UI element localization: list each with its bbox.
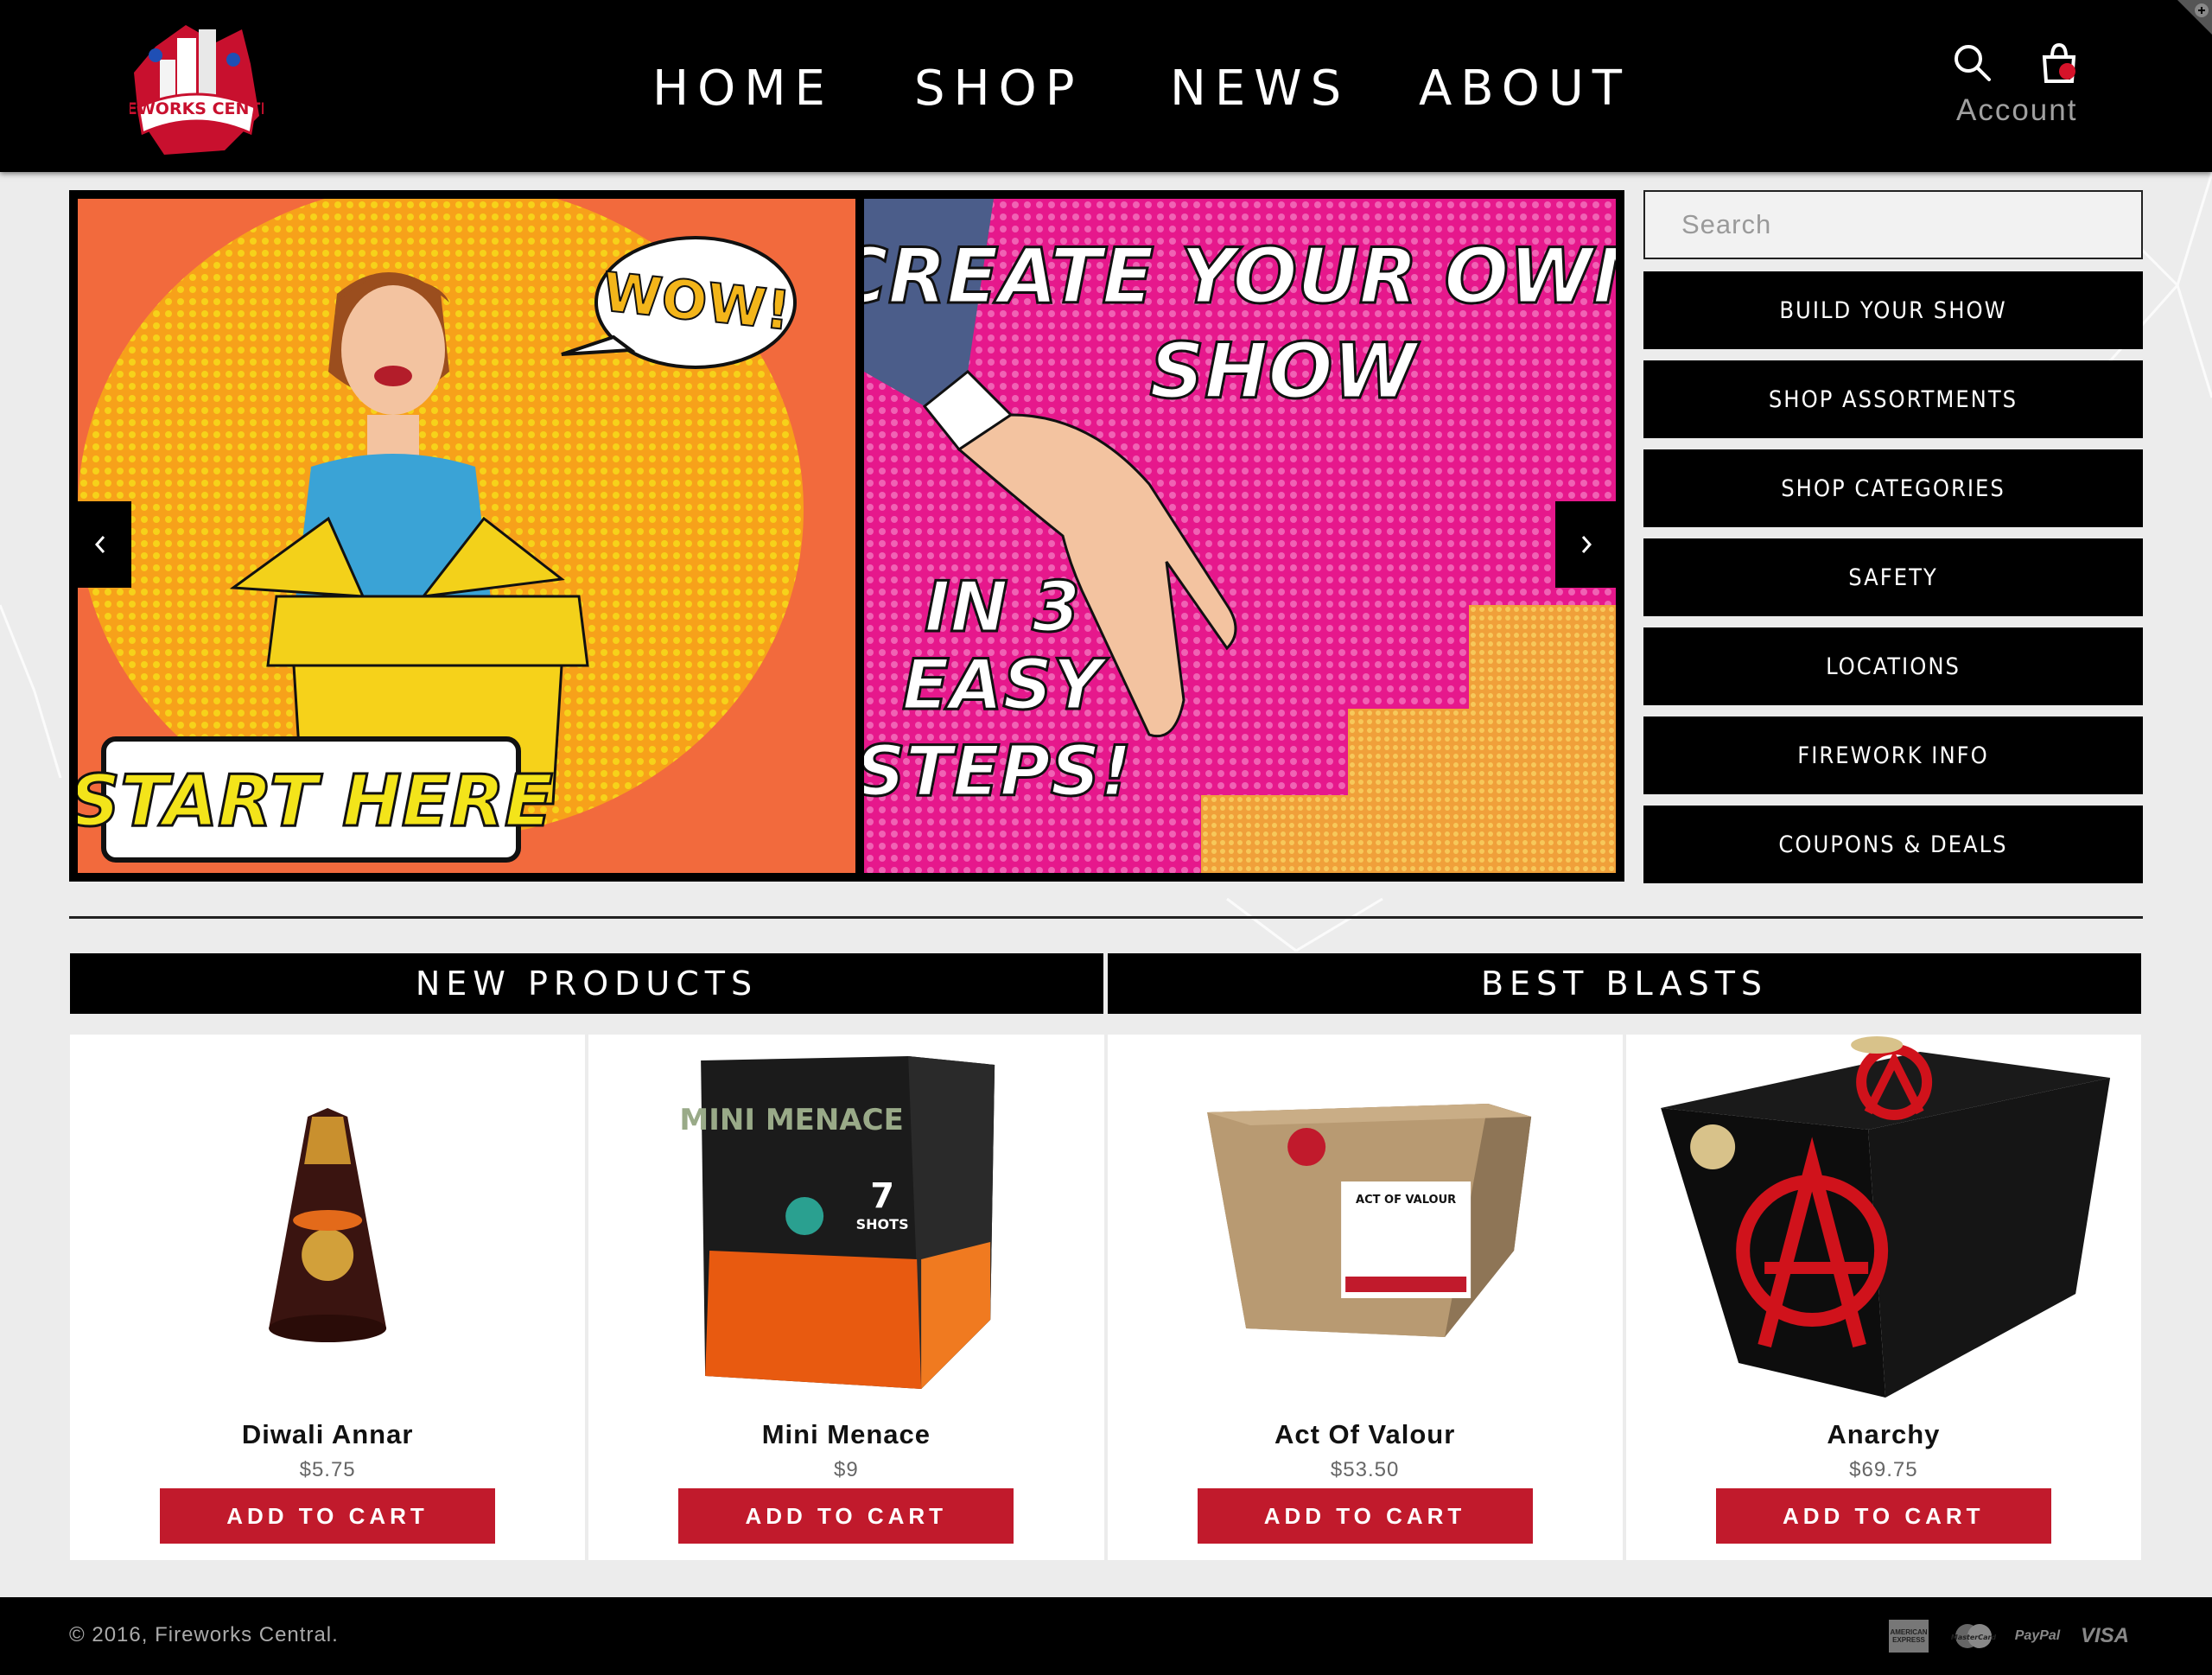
visa-label: VISA: [2080, 1624, 2129, 1647]
steps-line2: EASY: [902, 645, 1109, 725]
product-card[interactable]: MINI MENACE 7 SHOTS Mini Menace $9 ADD T…: [588, 1035, 1104, 1560]
fireworks-central-logo[interactable]: FIREWORKS CENTRAL: [130, 12, 264, 159]
product-card[interactable]: Diwali Annar $5.75 ADD TO CART: [70, 1035, 586, 1560]
tab-new-products[interactable]: NEW PRODUCTS: [70, 953, 1103, 1014]
act-of-valour-art-label: ACT OF VALOUR: [1356, 1194, 1456, 1207]
visa-icon: VISA: [2079, 1620, 2131, 1653]
amex-icon: AMERICAN EXPRESS: [1889, 1620, 1929, 1653]
mini-menace-art-shots: 7: [870, 1176, 894, 1216]
mini-menace-art-title: MINI MENACE: [680, 1103, 904, 1137]
add-to-cart-button[interactable]: ADD TO CART: [1197, 1488, 1533, 1544]
product-name[interactable]: Act Of Valour: [1108, 1419, 1623, 1450]
add-to-cart-button[interactable]: ADD TO CART: [678, 1488, 1014, 1544]
slide-start-here[interactable]: WOW! START HERE: [78, 199, 855, 873]
cart-count-badge: [2059, 63, 2075, 80]
plus-icon[interactable]: [2177, 0, 2212, 35]
add-to-cart-button[interactable]: ADD TO CART: [160, 1488, 495, 1544]
product-card[interactable]: ACT OF VALOUR Act Of Valour $53.50 ADD T…: [1107, 1035, 1623, 1560]
create-title-line1: CREATE YOUR OWN: [864, 232, 1616, 321]
site-header: FIREWORKS CENTRAL HOME SHOP NEWS ABOUT A…: [0, 0, 2212, 172]
product-image-diwali-annar[interactable]: [70, 1035, 585, 1415]
mini-menace-art-shots-label: SHOTS: [856, 1216, 909, 1232]
product-image-anarchy[interactable]: [1626, 1035, 2141, 1415]
coupons-deals-button[interactable]: COUPONS & DEALS: [1643, 806, 2143, 883]
slider-prev-button[interactable]: [69, 501, 131, 588]
slider-next-button[interactable]: [1555, 501, 1618, 588]
product-price: $5.75: [299, 1458, 356, 1481]
product-price: $69.75: [1849, 1458, 1918, 1481]
product-image-act-of-valour[interactable]: ACT OF VALOUR: [1108, 1035, 1623, 1415]
slide-create-show[interactable]: CREATE YOUR OWN SHOW IN 3 EASY STEPS!: [864, 199, 1616, 873]
sidebar: BUILD YOUR SHOW SHOP ASSORTMENTS SHOP CA…: [1643, 190, 2143, 883]
product-price: $9: [834, 1458, 859, 1481]
tab-best-blasts[interactable]: BEST BLASTS: [1108, 953, 2141, 1014]
cart-icon[interactable]: [2039, 41, 2079, 85]
nav-news[interactable]: NEWS: [1170, 61, 1350, 117]
steps-line1: IN 3: [925, 567, 1080, 647]
firework-info-button[interactable]: FIREWORK INFO: [1643, 716, 2143, 794]
search-icon[interactable]: [1951, 41, 1993, 83]
section-divider: [69, 916, 2143, 919]
logo-text: FIREWORKS CENTRAL: [130, 99, 264, 118]
add-to-cart-button[interactable]: ADD TO CART: [1715, 1488, 2051, 1544]
product-name[interactable]: Mini Menace: [588, 1419, 1103, 1450]
nav-about[interactable]: ABOUT: [1419, 61, 1630, 117]
paypal-label: PayPal: [2014, 1628, 2061, 1643]
product-price: $53.50: [1330, 1458, 1400, 1481]
copyright-text: © 2016, Fireworks Central.: [69, 1623, 339, 1646]
product-grid: Diwali Annar $5.75 ADD TO CART MINI MENA…: [70, 1035, 2141, 1560]
amex-label: AMERICAN EXPRESS: [1890, 1628, 1928, 1644]
paypal-icon: PayPal: [2013, 1620, 2062, 1653]
shop-assortments-button[interactable]: SHOP ASSORTMENTS: [1643, 360, 2143, 438]
site-footer: © 2016, Fireworks Central. AMERICAN EXPR…: [0, 1597, 2212, 1675]
product-name[interactable]: Diwali Annar: [70, 1419, 585, 1450]
nav-home[interactable]: HOME: [652, 61, 834, 117]
mastercard-circles: MasterCard: [1951, 1624, 1996, 1648]
chevron-right-icon: [1581, 536, 1592, 553]
chevron-left-icon: [94, 536, 105, 553]
create-title-line2: SHOW: [1150, 327, 1421, 416]
build-your-show-button[interactable]: BUILD YOUR SHOW: [1643, 271, 2143, 349]
product-name[interactable]: Anarchy: [1626, 1419, 2141, 1450]
product-image-mini-menace[interactable]: MINI MENACE 7 SHOTS: [588, 1035, 1103, 1415]
safety-button[interactable]: SAFETY: [1643, 538, 2143, 616]
product-card[interactable]: Anarchy $69.75 ADD TO CART: [1625, 1035, 2141, 1560]
steps-line3: STEPS!: [864, 731, 1132, 812]
account-link[interactable]: Account: [1956, 93, 2077, 128]
hero-slider[interactable]: WOW! START HERE CREATE YOUR OWN SHOW IN …: [69, 190, 1624, 882]
mastercard-label: MasterCard: [1951, 1634, 1996, 1641]
mastercard-icon: MasterCard: [1951, 1620, 1996, 1653]
nav-shop[interactable]: SHOP: [914, 61, 1084, 117]
shop-categories-button[interactable]: SHOP CATEGORIES: [1643, 449, 2143, 527]
search-input[interactable]: [1643, 190, 2143, 259]
locations-button[interactable]: LOCATIONS: [1643, 627, 2143, 705]
start-here-text: START HERE: [78, 761, 553, 843]
